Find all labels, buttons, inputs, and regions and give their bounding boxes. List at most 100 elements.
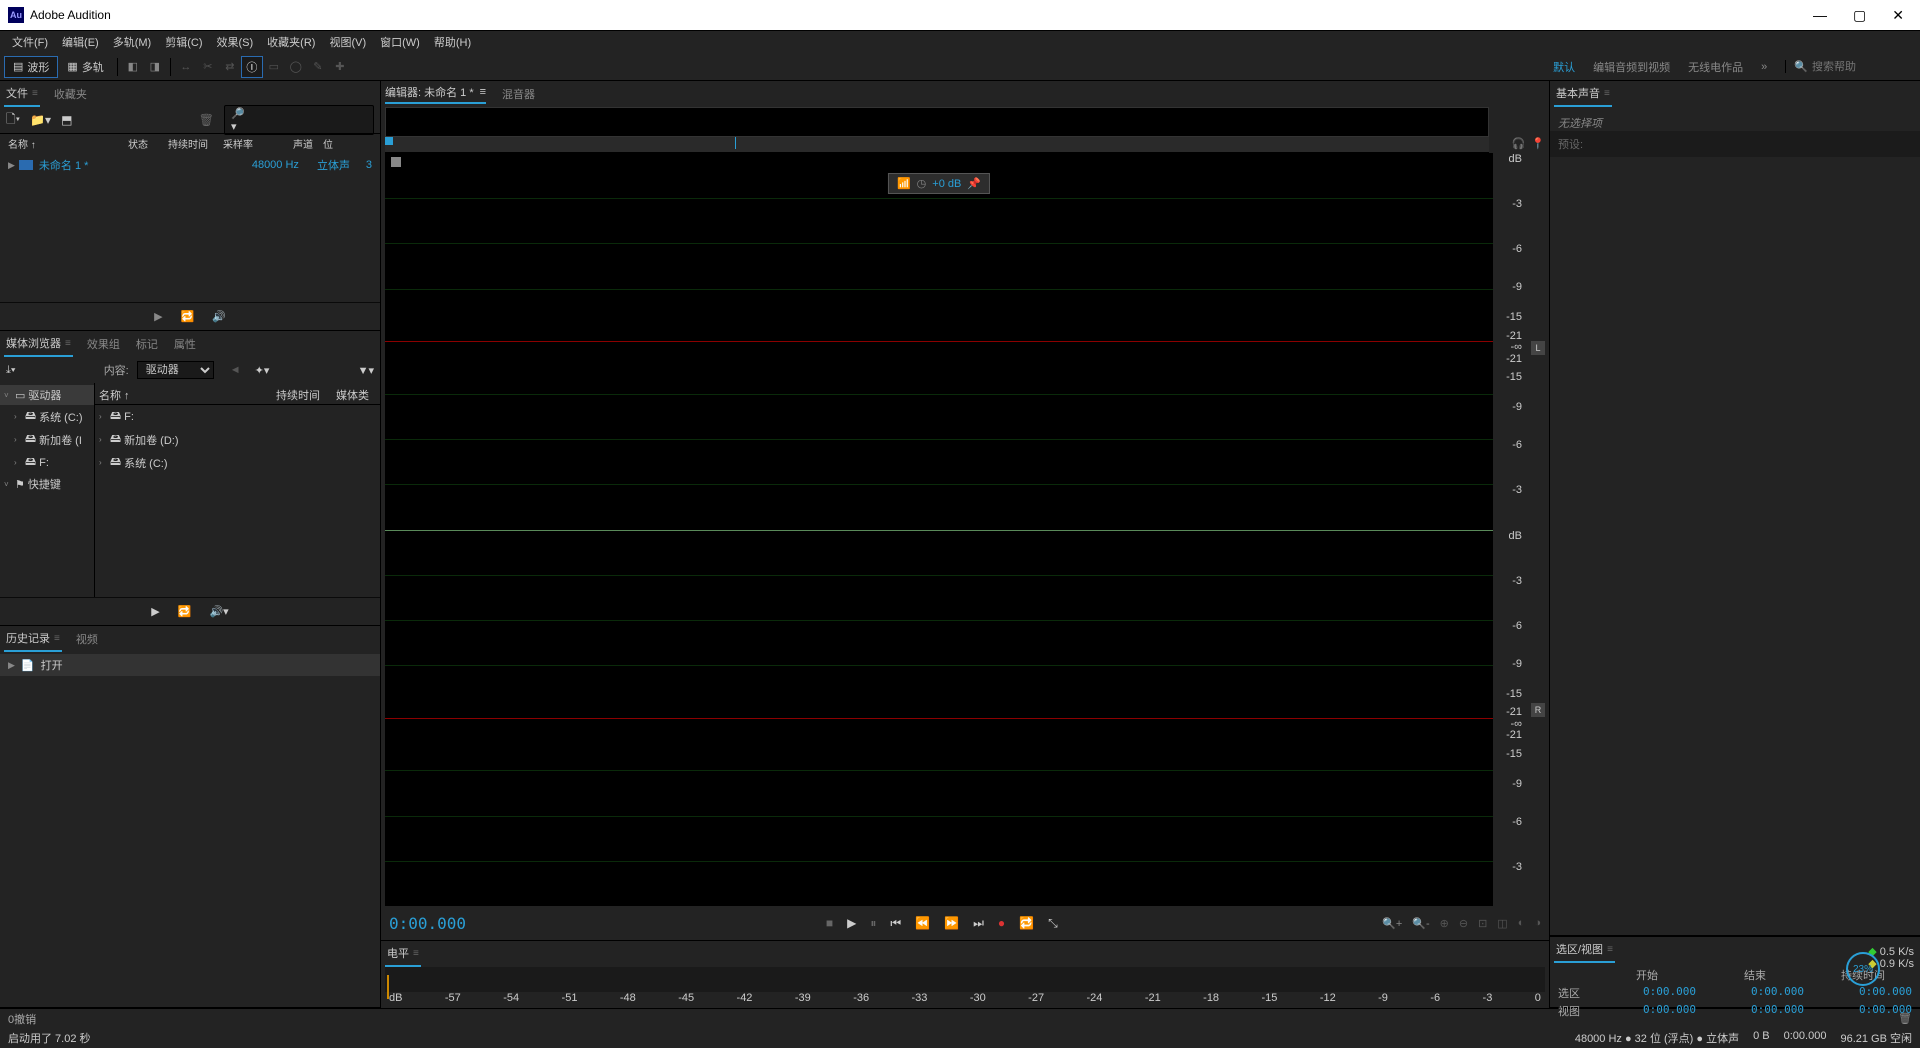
- tab-markers[interactable]: 标记: [134, 332, 160, 356]
- loop-button[interactable]: 🔁: [1019, 916, 1034, 930]
- nav-back-icon[interactable]: ◄: [230, 364, 241, 376]
- levels-meter[interactable]: [385, 967, 1545, 992]
- filter-icon[interactable]: ▼▾: [358, 364, 374, 377]
- zoom-out-icon[interactable]: 🔍-: [1412, 917, 1429, 930]
- tab-media-browser[interactable]: 媒体浏览器 ≡: [4, 331, 73, 357]
- rewind-button[interactable]: ⏪: [915, 916, 930, 930]
- sel-end[interactable]: 0:00.000: [1706, 985, 1804, 1001]
- tool-heal[interactable]: ✚: [329, 56, 351, 78]
- open-file-icon[interactable]: 📁▾: [30, 113, 51, 127]
- tree-item-f[interactable]: ›🖴F:: [95, 405, 380, 428]
- tree-item-c[interactable]: ›🖴系统 (C:): [0, 405, 94, 428]
- tab-effects-rack[interactable]: 效果组: [85, 332, 122, 356]
- view-multitrack-button[interactable]: ▦ 多轨: [58, 56, 112, 78]
- delete-file-icon[interactable]: 🗑: [199, 113, 214, 127]
- headphone-icon[interactable]: 🎧: [1512, 137, 1526, 150]
- panel-menu-icon[interactable]: ≡: [480, 86, 486, 98]
- tree-item-f[interactable]: ›🖴F:: [0, 451, 94, 474]
- zoom-amp-out-icon[interactable]: ⊖: [1459, 917, 1468, 930]
- menu-multitrack[interactable]: 多轨(M): [107, 32, 158, 52]
- pin-icon[interactable]: 📍: [1531, 137, 1545, 150]
- tab-history[interactable]: 历史记录 ≡: [4, 626, 62, 652]
- tool-spectral-pitch[interactable]: ◨: [144, 56, 166, 78]
- goto-end-button[interactable]: ⏭: [973, 916, 984, 931]
- menu-edit[interactable]: 编辑(E): [56, 32, 105, 52]
- tree-item-d[interactable]: ›🖴新加卷 (D:): [95, 428, 380, 451]
- workspace-radio[interactable]: 无线电作品: [1688, 59, 1743, 75]
- col-name[interactable]: 名称 ↑: [8, 136, 128, 151]
- zoom-in-icon[interactable]: 🔍+: [1382, 917, 1402, 930]
- nav-fwd-icon[interactable]: ✦▾: [255, 364, 270, 377]
- new-file-icon[interactable]: 🗋▾: [6, 110, 20, 131]
- pause-button[interactable]: ⏸: [870, 916, 876, 931]
- tab-favorites[interactable]: 收藏夹: [52, 82, 89, 106]
- tab-video[interactable]: 视频: [74, 627, 100, 651]
- col-duration[interactable]: 持续时间: [276, 387, 336, 403]
- view-dur[interactable]: 0:00.000: [1814, 1003, 1912, 1019]
- menu-file[interactable]: 文件(F): [6, 32, 54, 52]
- menu-effects[interactable]: 效果(S): [211, 32, 260, 52]
- forward-button[interactable]: ⏩: [944, 916, 959, 930]
- col-samplerate[interactable]: 采样率: [223, 136, 273, 151]
- channel-r-badge[interactable]: R: [1531, 703, 1545, 717]
- autoplay-icon[interactable]: 🔊: [212, 310, 226, 323]
- panel-menu-icon[interactable]: ≡: [65, 338, 71, 349]
- tool-marquee[interactable]: ▭: [263, 56, 285, 78]
- col-status[interactable]: 状态: [128, 136, 168, 151]
- panel-menu-icon[interactable]: ≡: [32, 88, 38, 99]
- view-waveform-button[interactable]: ▤ 波形: [4, 56, 58, 78]
- content-dropdown[interactable]: 驱动器: [137, 361, 214, 379]
- zoom-amp-in-icon[interactable]: ⊕: [1440, 917, 1449, 930]
- tree-item-c[interactable]: ›🖴系统 (C:): [95, 451, 380, 474]
- tool-brush[interactable]: ✎: [307, 56, 329, 78]
- playhead[interactable]: [735, 137, 736, 149]
- workspace-more[interactable]: »: [1761, 61, 1767, 73]
- loop-preview-icon[interactable]: 🔁: [181, 310, 195, 323]
- menu-view[interactable]: 视图(V): [323, 32, 372, 52]
- tool-time-select[interactable]: Ⓘ: [241, 56, 263, 78]
- panel-menu-icon[interactable]: ≡: [413, 948, 419, 959]
- tool-lasso[interactable]: ◯: [285, 56, 307, 78]
- play-button[interactable]: ▶: [847, 916, 856, 930]
- tree-item-i[interactable]: ›🖴新加卷 (I: [0, 428, 94, 451]
- menu-clip[interactable]: 剪辑(C): [159, 32, 208, 52]
- panel-menu-icon[interactable]: ≡: [1607, 944, 1613, 955]
- zoom-fit-icon[interactable]: ⊡: [1478, 917, 1487, 930]
- view-start[interactable]: 0:00.000: [1598, 1003, 1696, 1019]
- tool-slip[interactable]: ⇄: [219, 56, 241, 78]
- skip-button[interactable]: ⤡: [1048, 916, 1058, 931]
- history-item[interactable]: ▶ 📄 打开: [0, 654, 380, 676]
- zoom-in-point-icon[interactable]: ◐: [1518, 917, 1525, 930]
- tree-item-shortcuts[interactable]: ˅⚑快捷键: [0, 474, 94, 494]
- tab-levels[interactable]: 电平 ≡: [385, 941, 421, 967]
- col-name[interactable]: 名称 ↑: [99, 387, 276, 403]
- menu-favorites[interactable]: 收藏夹(R): [261, 32, 321, 52]
- close-button[interactable]: ✕: [1892, 7, 1904, 24]
- tab-selection-view[interactable]: 选区/视图 ≡: [1554, 937, 1615, 963]
- tab-files[interactable]: 文件 ≡: [4, 81, 40, 107]
- tab-essential-sound[interactable]: 基本声音 ≡: [1554, 81, 1612, 107]
- zoom-sel-icon[interactable]: ◫: [1497, 917, 1507, 930]
- timeline-ruler[interactable]: [385, 137, 1489, 153]
- import-icon[interactable]: ⤓▾: [6, 364, 15, 377]
- col-channels[interactable]: 声道: [273, 136, 313, 151]
- tab-properties[interactable]: 属性: [172, 332, 198, 356]
- goto-start-button[interactable]: ⏮: [890, 916, 901, 931]
- tool-spectral-freq[interactable]: ◧: [122, 56, 144, 78]
- sel-dur[interactable]: 0:00.000: [1814, 985, 1912, 1001]
- help-search-input[interactable]: [1812, 61, 1912, 73]
- overview-bar[interactable]: [385, 107, 1489, 137]
- zoom-out-point-icon[interactable]: ◑: [1534, 917, 1541, 930]
- panel-menu-icon[interactable]: ≡: [1604, 88, 1610, 99]
- channel-l-badge[interactable]: L: [1531, 341, 1545, 355]
- menu-window[interactable]: 窗口(W): [374, 32, 426, 52]
- tree-item-drives[interactable]: ˅▭驱动器: [0, 385, 94, 405]
- record-button[interactable]: ●: [998, 916, 1005, 930]
- waveform-display[interactable]: 📶 ◷ +0 dB 📌: [385, 153, 1493, 906]
- play-preview-icon[interactable]: ▶: [151, 605, 159, 618]
- expand-icon[interactable]: ▶: [8, 160, 15, 171]
- tab-mixer[interactable]: 混音器: [502, 86, 535, 102]
- workspace-default[interactable]: 默认: [1553, 59, 1575, 75]
- file-row[interactable]: ▶ 未命名 1 * 48000 Hz 立体声 3: [0, 155, 380, 175]
- menu-help[interactable]: 帮助(H): [428, 32, 477, 52]
